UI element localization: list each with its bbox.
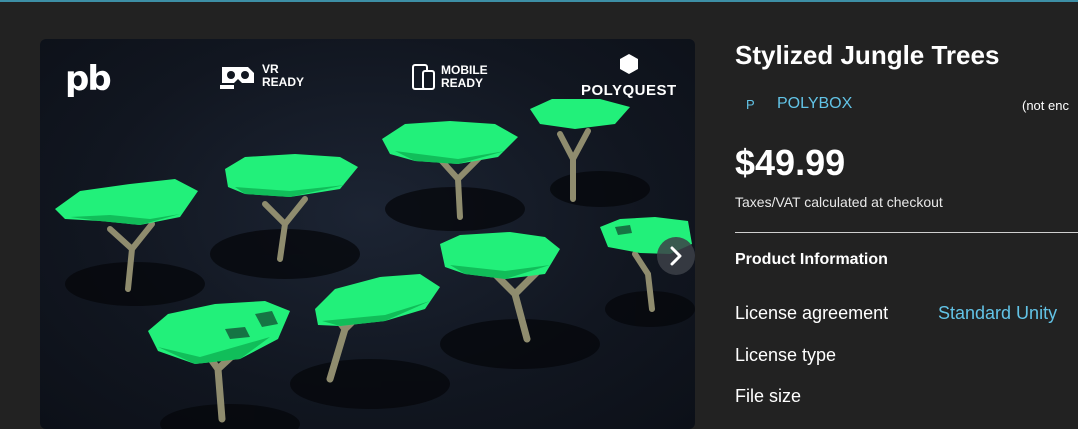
polyquest-cube-icon [619,54,638,74]
product-information-heading: Product Information [735,251,888,268]
taxes-note: Taxes/VAT calculated at checkout [735,194,943,210]
mobile-ready-line2: READY [441,76,484,90]
polyquest-badge: POLYQUEST [581,53,677,99]
polybox-logo: pb [65,59,112,99]
gallery-next-button[interactable] [657,237,695,275]
file-size-label: File size [735,386,802,406]
license-type-label: License type [735,345,837,365]
mobile-ready-badge: MOBILE READY [412,63,488,91]
vr-ready-badge: VR READY [218,61,304,91]
chevron-right-icon [670,246,682,266]
publisher-note: (not enc [1022,98,1069,113]
license-agreement-link[interactable]: Standard Unity [938,303,1057,324]
vr-headset-icon [220,67,254,89]
vr-ready-line2: READY [262,75,305,89]
product-image-gallery[interactable]: pb VR READY MOBILE READY POLYQUEST [40,39,695,429]
polyquest-label: POLYQUEST [581,82,677,99]
product-price: $49.99 [735,142,846,183]
product-title: Stylized Jungle Trees [735,40,1000,70]
section-divider [735,232,1078,233]
license-agreement-label: License agreement [735,303,889,323]
mobile-devices-icon [412,64,435,90]
top-border [0,0,1078,2]
publisher-link[interactable]: POLYBOX [777,95,852,113]
publisher-avatar: P [746,97,755,112]
